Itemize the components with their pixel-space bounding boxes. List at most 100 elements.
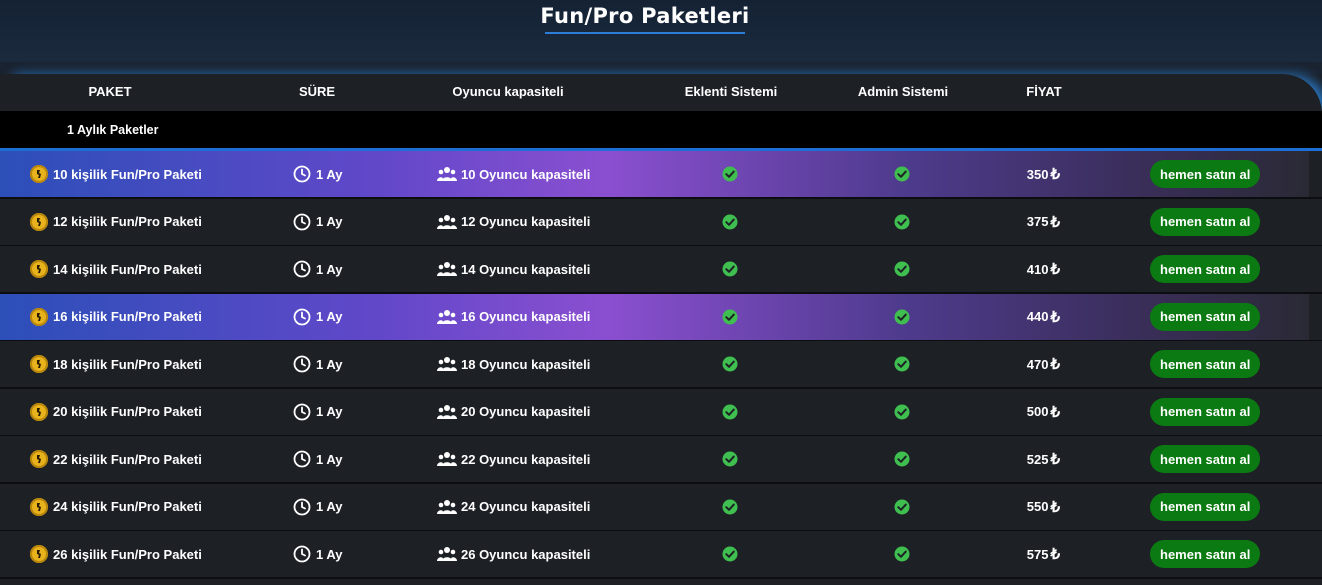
price-value: 550 [1026, 499, 1049, 514]
table-row: 18 kişilik Fun/Pro Paketi 1 Ay 18 Oyuncu… [0, 341, 1322, 389]
package-name: 18 kişilik Fun/Pro Paketi [53, 356, 202, 372]
price-cell: 375 ₺ [1000, 199, 1060, 245]
counter-strike-icon [30, 165, 48, 183]
admin-system-cell [894, 341, 910, 387]
buy-now-button[interactable]: hemen satın al [1150, 445, 1261, 473]
duration-cell: 1 Ay [293, 151, 343, 197]
page-title: Fun/Pro Paketleri [540, 4, 750, 28]
capacity-text: 14 Oyuncu kapasiteli [461, 261, 591, 277]
package-name: 10 kişilik Fun/Pro Paketi [53, 166, 202, 182]
package-name: 26 kişilik Fun/Pro Paketi [53, 546, 202, 562]
duration-text: 1 Ay [316, 261, 343, 277]
price-cell: 575 ₺ [1000, 531, 1060, 577]
capacity-cell: 16 Oyuncu kapasiteli [437, 294, 590, 340]
price-cell: 350 ₺ [1000, 151, 1060, 197]
check-circle-icon [722, 166, 738, 182]
capacity-cell: 22 Oyuncu kapasiteli [437, 436, 590, 482]
column-header-admin-system: Admin Sistemi [857, 84, 949, 99]
buy-now-button[interactable]: hemen satın al [1150, 207, 1261, 236]
buy-cell: hemen satın al [1150, 484, 1261, 530]
package-name: 14 kişilik Fun/Pro Paketi [53, 261, 202, 277]
currency-symbol: ₺ [1050, 261, 1060, 278]
duration-cell: 1 Ay [293, 436, 343, 482]
users-icon [437, 499, 457, 515]
duration-cell: 1 Ay [293, 389, 343, 435]
clock-icon [293, 450, 311, 468]
users-icon [437, 546, 457, 562]
check-circle-icon [722, 356, 738, 372]
table-row: 14 kişilik Fun/Pro Paketi 1 Ay 14 Oyuncu… [0, 246, 1322, 294]
duration-text: 1 Ay [316, 499, 343, 514]
buy-cell: hemen satın al [1150, 531, 1261, 577]
plugin-system-cell [722, 341, 738, 387]
buy-now-button[interactable]: hemen satın al [1150, 350, 1261, 378]
capacity-text: 26 Oyuncu kapasiteli [461, 546, 591, 562]
capacity-text: 10 Oyuncu kapasiteli [461, 166, 591, 182]
capacity-text: 22 Oyuncu kapasiteli [461, 451, 591, 467]
column-header-package: PAKET [88, 84, 132, 99]
header-band [0, 62, 1322, 74]
plugin-system-cell [722, 389, 738, 435]
check-circle-icon [894, 309, 910, 325]
admin-system-cell [894, 531, 910, 577]
capacity-cell: 10 Oyuncu kapasiteli [437, 151, 590, 197]
check-circle-icon [894, 404, 910, 420]
check-circle-icon [894, 451, 910, 467]
table-row: 12 kişilik Fun/Pro Paketi 1 Ay 12 Oyuncu… [0, 198, 1322, 247]
plugin-system-cell [722, 199, 738, 245]
currency-symbol: ₺ [1050, 546, 1060, 563]
capacity-text: 12 Oyuncu kapasiteli [461, 214, 591, 229]
column-header-plugin-system: Eklenti Sistemi [684, 84, 778, 99]
admin-system-cell [894, 151, 910, 197]
users-icon [437, 451, 457, 467]
table-row: 22 kişilik Fun/Pro Paketi 1 Ay 22 Oyuncu… [0, 436, 1322, 484]
check-circle-icon [722, 214, 738, 230]
clock-icon [293, 260, 311, 278]
package-cell: 14 kişilik Fun/Pro Paketi [30, 246, 202, 292]
buy-now-button[interactable]: hemen satın al [1150, 302, 1261, 331]
duration-text: 1 Ay [316, 356, 343, 372]
duration-cell: 1 Ay [293, 484, 343, 530]
buy-cell: hemen satın al [1150, 151, 1261, 197]
price-value: 375 [1026, 214, 1049, 229]
clock-icon [293, 213, 311, 231]
buy-now-button[interactable]: hemen satın al [1150, 397, 1261, 426]
currency-symbol: ₺ [1050, 213, 1060, 231]
check-circle-icon [722, 309, 738, 325]
plugin-system-cell [722, 151, 738, 197]
currency-symbol: ₺ [1050, 356, 1060, 373]
check-circle-icon [722, 546, 738, 562]
group-label: 1 Aylık Paketler [67, 123, 159, 137]
counter-strike-icon [30, 545, 48, 563]
price-value: 525 [1026, 451, 1049, 467]
buy-now-button[interactable]: hemen satın al [1150, 160, 1261, 188]
currency-symbol: ₺ [1050, 451, 1060, 468]
currency-symbol: ₺ [1050, 166, 1060, 183]
duration-cell: 1 Ay [293, 246, 343, 292]
plugin-system-cell [722, 484, 738, 530]
check-circle-icon [894, 499, 910, 515]
check-circle-icon [722, 499, 738, 515]
plugin-system-cell [722, 436, 738, 482]
table-row: 26 kişilik Fun/Pro Paketi 1 Ay 26 Oyuncu… [0, 531, 1322, 579]
check-circle-icon [722, 404, 738, 420]
package-cell: 22 kişilik Fun/Pro Paketi [30, 436, 202, 482]
check-circle-icon [722, 451, 738, 467]
package-cell: 16 kişilik Fun/Pro Paketi [30, 294, 202, 340]
package-name: 20 kişilik Fun/Pro Paketi [53, 404, 202, 419]
clock-icon [293, 403, 311, 421]
package-name: 24 kişilik Fun/Pro Paketi [53, 499, 202, 514]
buy-now-button[interactable]: hemen satın al [1150, 255, 1261, 283]
duration-text: 1 Ay [316, 451, 343, 467]
admin-system-cell [894, 389, 910, 435]
buy-now-button[interactable]: hemen satın al [1150, 540, 1261, 568]
check-circle-icon [894, 546, 910, 562]
package-name: 12 kişilik Fun/Pro Paketi [53, 214, 202, 229]
pricing-table: PAKET SÜRE Oyuncu kapasiteli Eklenti Sis… [0, 74, 1322, 585]
buy-cell: hemen satın al [1150, 294, 1261, 340]
price-value: 440 [1026, 309, 1049, 324]
buy-now-button[interactable]: hemen satın al [1150, 492, 1261, 521]
users-icon [437, 309, 457, 325]
counter-strike-icon [30, 355, 48, 373]
admin-system-cell [894, 199, 910, 245]
